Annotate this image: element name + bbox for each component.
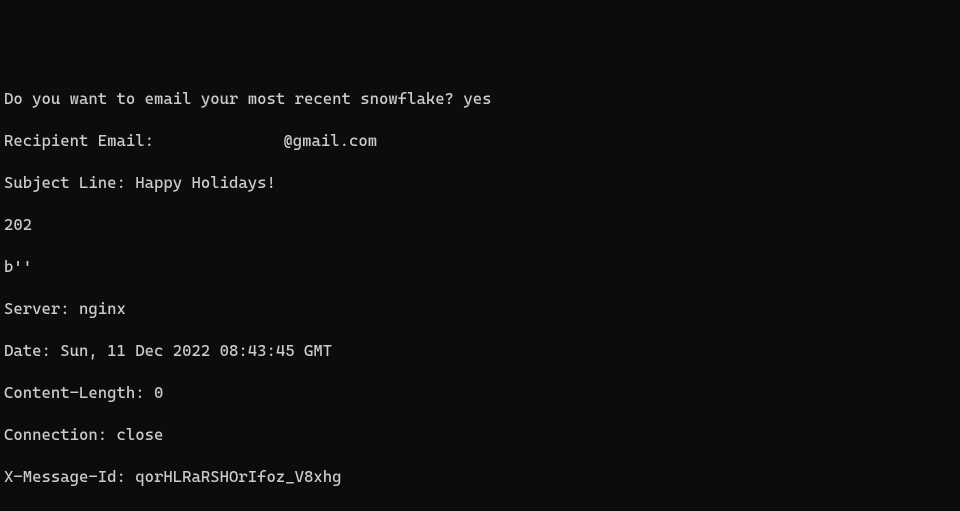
recipient-domain: @gmail.com	[283, 131, 377, 150]
recipient-redacted	[163, 134, 283, 150]
subject-line: Subject Line: Happy Holidays!	[4, 172, 960, 193]
subject-label: Subject Line:	[4, 173, 135, 192]
header-connection: Connection: close	[4, 424, 960, 445]
recipient-label: Recipient Email:	[4, 131, 163, 150]
header-server: Server: nginx	[4, 298, 960, 319]
recipient-line: Recipient Email: @gmail.com	[4, 130, 960, 151]
header-message-id: X-Message-Id: qorHLRaRSHOrIfoz_V8xhg	[4, 466, 960, 487]
subject-value: Happy Holidays!	[135, 173, 276, 192]
prompt-email-snowflake: Do you want to email your most recent sn…	[4, 88, 960, 109]
header-content-length: Content-Length: 0	[4, 382, 960, 403]
prompt-text: Do you want to email your most recent sn…	[4, 89, 463, 108]
http-body-repr: b''	[4, 256, 960, 277]
header-date: Date: Sun, 11 Dec 2022 08:43:45 GMT	[4, 340, 960, 361]
http-status-code: 202	[4, 214, 960, 235]
user-input-yes: yes	[463, 89, 491, 108]
